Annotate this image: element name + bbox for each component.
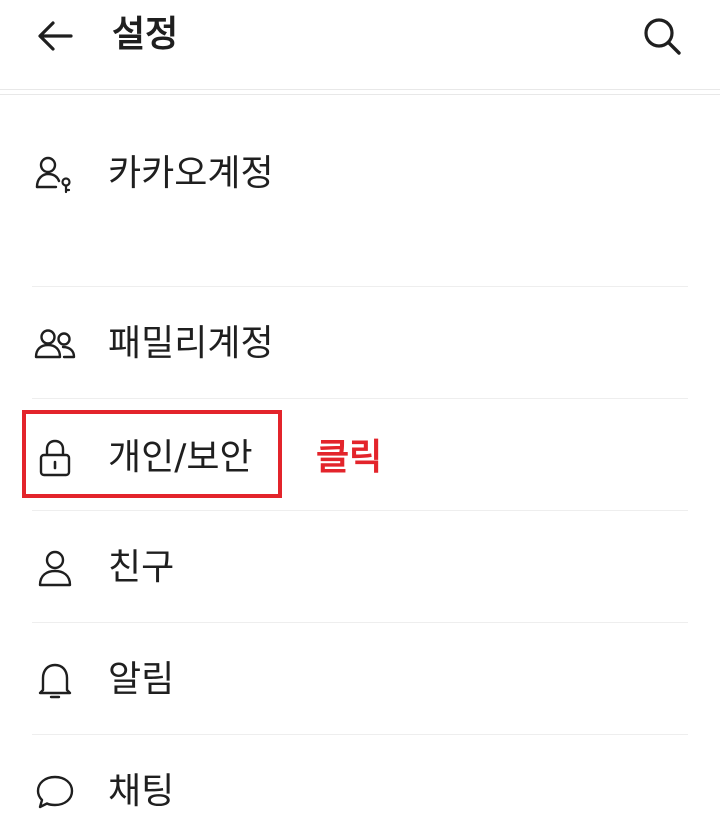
account-key-icon (32, 152, 78, 196)
item-divider (32, 510, 688, 511)
menu-item-chat[interactable]: 채팅 (0, 762, 720, 822)
page-title: 설정 (112, 14, 179, 55)
back-button[interactable] (30, 12, 80, 60)
click-annotation: 클릭 (316, 437, 383, 478)
highlight-box (22, 410, 282, 498)
menu-item-kakao-account[interactable]: 카카오계정 (0, 144, 720, 204)
app-header: 설정 (0, 0, 720, 95)
people-icon (32, 322, 78, 366)
chat-bubble-icon (32, 770, 78, 814)
menu-item-notifications[interactable]: 알림 (0, 650, 720, 710)
arrow-left-icon (38, 21, 73, 51)
bell-icon (32, 658, 78, 702)
header-divider (0, 89, 720, 95)
search-button[interactable] (636, 12, 688, 60)
menu-item-family-account[interactable]: 패밀리계정 (0, 314, 720, 374)
item-divider (32, 398, 688, 399)
person-icon (32, 546, 78, 590)
search-icon (644, 18, 681, 55)
menu-label: 채팅 (108, 771, 175, 812)
menu-label: 카카오계정 (108, 153, 274, 194)
section-divider (32, 286, 688, 287)
menu-item-friends[interactable]: 친구 (0, 538, 720, 598)
menu-label: 알림 (108, 659, 175, 700)
menu-label: 친구 (108, 547, 175, 588)
menu-label: 패밀리계정 (108, 323, 274, 364)
item-divider (32, 622, 688, 623)
item-divider (32, 734, 688, 735)
